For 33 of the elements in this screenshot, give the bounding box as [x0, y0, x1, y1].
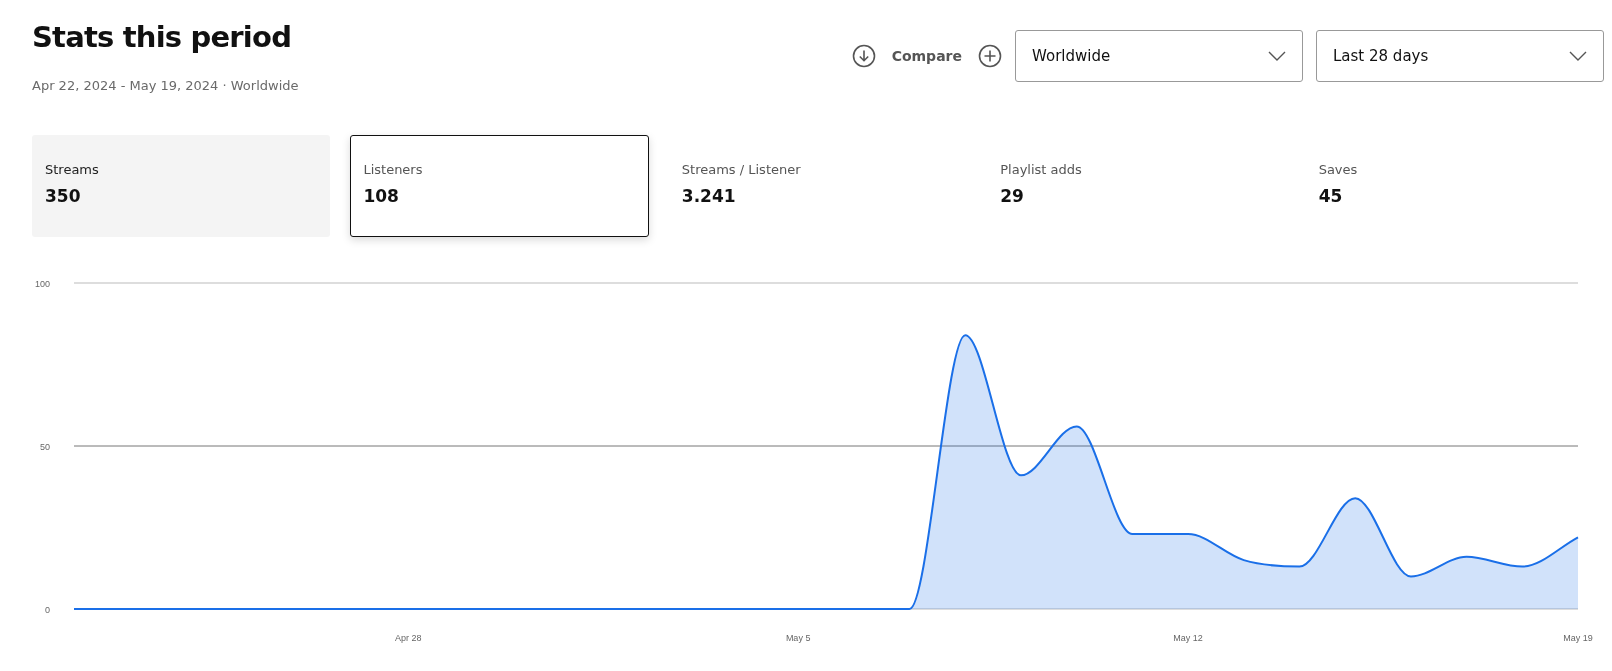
compare-button[interactable]: Compare: [885, 48, 968, 64]
metric-card[interactable]: Streams / Listener 3.241: [668, 135, 968, 237]
metric-label: Streams: [45, 162, 100, 177]
x-axis-label: May 5: [785, 633, 811, 643]
metric-card[interactable]: Streams 350: [32, 135, 331, 237]
y-axis-label: 50: [40, 442, 50, 452]
x-axis-label: May 19: [1563, 633, 1593, 643]
metric-value: 29: [1000, 186, 1025, 206]
metric-label: Saves: [1318, 162, 1359, 177]
metric-value: 350: [45, 186, 82, 206]
metric-value: 108: [363, 186, 400, 206]
metric-card[interactable]: Saves 45: [1305, 135, 1605, 237]
y-axis-label: 100: [34, 279, 50, 289]
dropdown[interactable]: Last 28 days: [1316, 30, 1604, 82]
dropdown-value: Worldwide: [1032, 47, 1111, 65]
dropdown[interactable]: Worldwide: [1015, 30, 1303, 82]
page-title: Stats this period: [32, 20, 293, 54]
y-axis-label: 0: [45, 605, 50, 615]
add-icon[interactable]: [978, 44, 1002, 68]
metric-card[interactable]: Listeners 108: [350, 135, 649, 237]
metric-label: Streams / Listener: [681, 162, 802, 177]
metric-value: 3.241: [681, 186, 737, 206]
metric-card[interactable]: Playlist adds 29: [987, 135, 1286, 237]
metric-label: Listeners: [363, 162, 424, 177]
chevron-down-icon: [1569, 51, 1587, 61]
download-icon[interactable]: [851, 44, 876, 68]
chevron-down-icon: [1268, 51, 1286, 61]
x-axis-label: Apr 28: [394, 633, 422, 643]
x-axis-label: May 12: [1173, 633, 1203, 643]
metric-value: 45: [1318, 186, 1344, 206]
period-subtitle: Apr 22, 2024 - May 19, 2024 · Worldwide: [32, 78, 299, 93]
metric-label: Playlist adds: [1000, 162, 1083, 177]
dropdown-value: Last 28 days: [1333, 47, 1429, 65]
